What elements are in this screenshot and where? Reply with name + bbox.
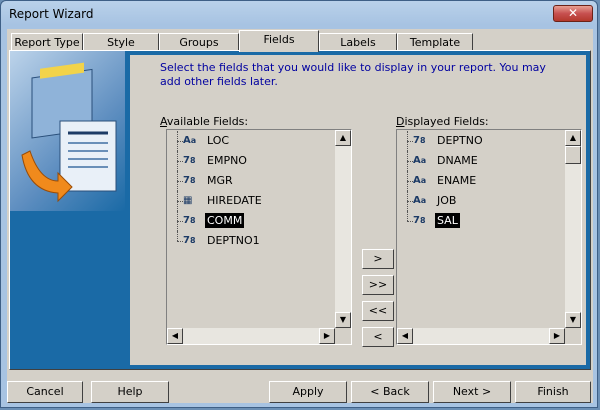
remove-field-button[interactable]: < (362, 327, 394, 347)
tab-report-type[interactable]: Report Type (11, 33, 83, 51)
number-field-icon: 78 (413, 215, 426, 226)
scroll-down-icon[interactable]: ▼ (565, 312, 581, 328)
scroll-down-icon[interactable]: ▼ (335, 312, 351, 328)
available-vertical-scrollbar[interactable]: ▲ ▼ (335, 130, 351, 328)
available-horizontal-scrollbar[interactable]: ◀ ▶ (167, 328, 335, 344)
scroll-corner (335, 328, 351, 344)
apply-button[interactable]: Apply (269, 381, 347, 403)
tab-style[interactable]: Style (83, 33, 159, 51)
list-item[interactable]: Aa LOC (169, 131, 335, 151)
number-field-icon: 78 (183, 235, 196, 246)
cancel-button[interactable]: Cancel (7, 381, 83, 403)
wizard-client: Report Type Style Groups Fields Labels T… (7, 29, 593, 403)
next-button[interactable]: Next > (433, 381, 511, 403)
finish-button[interactable]: Finish (515, 381, 591, 403)
text-field-icon: Aa (413, 195, 427, 206)
field-name-selected: COMM (205, 213, 245, 228)
field-name: DNAME (437, 154, 478, 167)
tab-template[interactable]: Template (397, 33, 473, 51)
list-item[interactable]: 78 COMM (169, 211, 335, 231)
window-title: Report Wizard (9, 7, 94, 21)
field-name: JOB (437, 194, 457, 207)
list-item[interactable]: 78 MGR (169, 171, 335, 191)
number-field-icon: 78 (183, 155, 196, 166)
add-all-fields-button[interactable]: >> (362, 275, 394, 295)
text-field-icon: Aa (413, 175, 427, 186)
scroll-corner (565, 328, 581, 344)
scroll-right-icon[interactable]: ▶ (319, 328, 335, 344)
tab-groups[interactable]: Groups (159, 33, 239, 51)
back-button[interactable]: < Back (351, 381, 429, 403)
field-name: LOC (207, 134, 230, 147)
instruction-text: Select the fields that you would like to… (160, 61, 546, 88)
displayed-vertical-scrollbar[interactable]: ▲ ▼ (565, 130, 581, 328)
close-button[interactable]: ✕ (553, 5, 593, 22)
list-item[interactable]: Aa ENAME (399, 171, 565, 191)
available-items: Aa LOC 78 EMPNO 78 MGR ▦ HIREDATE 78 COM… (169, 131, 335, 251)
report-wizard-window: Report Wizard ✕ Report Type Style Groups… (0, 0, 598, 408)
text-field-icon: Aa (413, 155, 427, 166)
displayed-horizontal-scrollbar[interactable]: ◀ ▶ (397, 328, 565, 344)
list-item[interactable]: 78 DEPTNO (399, 131, 565, 151)
list-item[interactable]: 78 SAL (399, 211, 565, 231)
scroll-right-icon[interactable]: ▶ (549, 328, 565, 344)
field-name: MGR (207, 174, 233, 187)
tab-labels[interactable]: Labels (319, 33, 397, 51)
scroll-thumb[interactable] (565, 146, 581, 164)
number-field-icon: 78 (183, 215, 196, 226)
list-item[interactable]: Aa JOB (399, 191, 565, 211)
list-item[interactable]: 78 DEPTNO1 (169, 231, 335, 251)
remove-all-fields-button[interactable]: << (362, 301, 394, 321)
field-name: ENAME (437, 174, 477, 187)
wizard-illustration (10, 51, 125, 211)
list-item[interactable]: 78 EMPNO (169, 151, 335, 171)
scroll-left-icon[interactable]: ◀ (397, 328, 413, 344)
tab-strip: Report Type Style Groups Fields Labels T… (9, 30, 593, 52)
number-field-icon: 78 (183, 175, 196, 186)
displayed-items: 78 DEPTNO Aa DNAME Aa ENAME Aa JOB 78 SA… (399, 131, 565, 231)
add-field-button[interactable]: > (362, 249, 394, 269)
scroll-up-icon[interactable]: ▲ (335, 130, 351, 146)
date-field-icon: ▦ (183, 195, 193, 206)
report-illustration-icon (21, 62, 117, 203)
title-bar[interactable]: Report Wizard ✕ (1, 1, 599, 27)
fields-tab-panel: Select the fields that you would like to… (9, 50, 591, 370)
help-button[interactable]: Help (91, 381, 169, 403)
number-field-icon: 78 (413, 135, 426, 146)
field-name: HIREDATE (207, 194, 262, 207)
field-name: DEPTNO1 (207, 234, 260, 247)
fields-content: Select the fields that you would like to… (130, 55, 586, 365)
list-item[interactable]: ▦ HIREDATE (169, 191, 335, 211)
available-fields-label: Available Fields: (160, 115, 249, 128)
field-name: DEPTNO (437, 134, 483, 147)
list-item[interactable]: Aa DNAME (399, 151, 565, 171)
wizard-footer: Cancel Help Apply < Back Next > Finish (7, 371, 593, 403)
available-fields-list[interactable]: Aa LOC 78 EMPNO 78 MGR ▦ HIREDATE 78 COM… (166, 129, 352, 345)
field-name-selected: SAL (435, 213, 460, 228)
tab-fields[interactable]: Fields (239, 30, 319, 52)
text-field-icon: Aa (183, 135, 197, 146)
displayed-fields-list[interactable]: 78 DEPTNO Aa DNAME Aa ENAME Aa JOB 78 SA… (396, 129, 582, 345)
scroll-up-icon[interactable]: ▲ (565, 130, 581, 146)
scroll-left-icon[interactable]: ◀ (167, 328, 183, 344)
field-name: EMPNO (207, 154, 247, 167)
displayed-fields-label: Displayed Fields: (396, 115, 489, 128)
